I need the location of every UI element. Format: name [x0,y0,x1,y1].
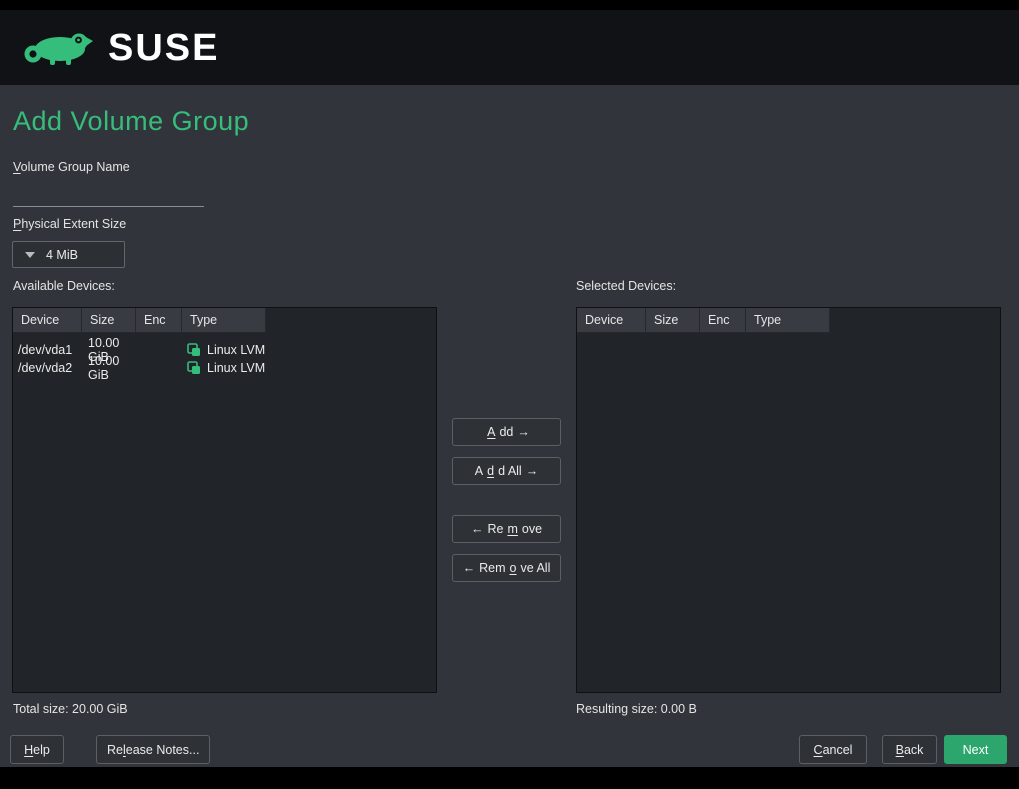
total-size-label: Total size: 20.00 GiB [13,702,128,716]
column-header-enc: Enc [700,308,746,333]
back-button[interactable]: Back [882,735,937,764]
volume-group-name-input[interactable] [13,186,204,207]
remove-all-button[interactable]: ←Remove All [452,554,561,582]
column-header-size: Size [646,308,700,333]
table-row[interactable]: /dev/vda2 10.00 GiB Linux LVM [13,359,436,377]
suse-chameleon-icon [20,25,94,71]
cell-type: Linux LVM [182,343,342,357]
lvm-icon [187,343,201,357]
available-devices-label: Available Devices: [13,279,115,293]
cell-device: /dev/vda2 [13,361,82,375]
column-header-device: Device [577,308,646,333]
cell-type: Linux LVM [182,361,342,375]
add-all-button[interactable]: Add All→ [452,457,561,485]
remove-button[interactable]: ←Remove [452,515,561,543]
add-volume-group-dialog: { "colors": { "accent_green": "#30ba78",… [0,0,1019,789]
brand-wordmark: SUSE [108,29,219,67]
release-notes-button[interactable]: Release Notes... [96,735,210,764]
selected-devices-label: Selected Devices: [576,279,676,293]
table-row[interactable]: /dev/vda1 10.00 GiB Linux LVM [13,341,436,359]
table-header: Device Size Enc Type [577,308,1000,333]
arrow-left-icon: ← [471,522,484,536]
column-header-type: Type [746,308,830,333]
table-body: /dev/vda1 10.00 GiB Linux LVM /dev/vda2 … [13,333,436,377]
column-header-size: Size [82,308,136,333]
physical-extent-size-select[interactable]: 4 MiB [12,241,125,268]
column-header-enc: Enc [136,308,182,333]
selected-devices-table[interactable]: Device Size Enc Type [576,307,1001,693]
physical-extent-size-label: Physical Extent Size [13,217,126,231]
next-button[interactable]: Next [944,735,1007,764]
cell-type-label: Linux LVM [207,343,265,357]
page-title: Add Volume Group [13,106,249,137]
lvm-icon [187,361,201,375]
arrow-right-icon: → [517,425,530,439]
cell-type-label: Linux LVM [207,361,265,375]
suse-logo: SUSE [20,25,219,71]
chevron-down-icon [25,252,35,258]
cell-size: 10.00 GiB [82,354,136,382]
table-header: Device Size Enc Type [13,308,436,333]
add-button[interactable]: Add→ [452,418,561,446]
volume-group-name-label: Volume Group Name [13,160,130,174]
cell-device: /dev/vda1 [13,343,82,357]
help-button[interactable]: Help [10,735,64,764]
column-header-type: Type [182,308,266,333]
header-bar: SUSE [0,10,1019,85]
arrow-left-icon: ← [463,561,476,575]
column-header-device: Device [13,308,82,333]
table-body [577,333,1000,341]
arrow-right-icon: → [526,464,539,478]
available-devices-table[interactable]: Device Size Enc Type /dev/vda1 10.00 GiB… [12,307,437,693]
resulting-size-label: Resulting size: 0.00 B [576,702,697,716]
cancel-button[interactable]: Cancel [799,735,867,764]
physical-extent-size-value: 4 MiB [46,248,78,262]
